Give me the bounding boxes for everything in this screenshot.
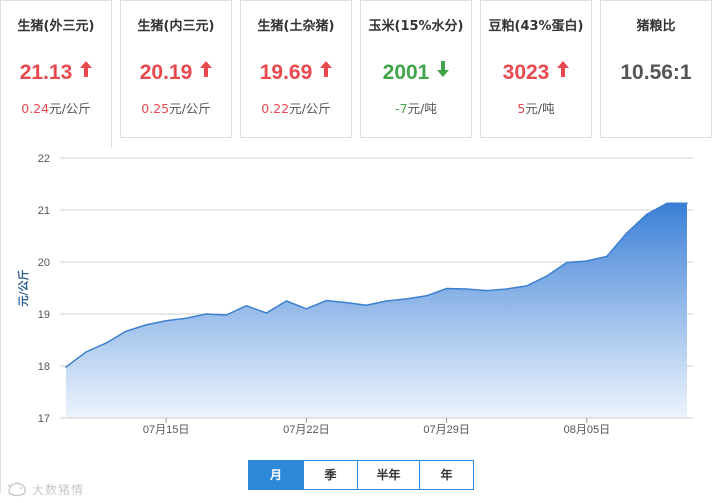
data-point [545,275,548,277]
data-point [125,330,127,332]
data-point [566,261,568,264]
data-point [606,255,608,258]
data-point [265,312,268,314]
x-tick-label: 07月22日 [283,424,329,436]
range-tab[interactable]: 半年 [357,461,419,489]
x-tick-label: 08月05日 [564,424,610,436]
data-point [225,314,228,316]
range-tab[interactable]: 月 [249,461,303,489]
data-point [185,317,187,319]
data-point [365,304,368,306]
data-point [245,304,248,307]
y-tick-label: 20 [38,257,50,269]
data-point [145,324,147,326]
data-point [686,202,688,205]
data-point [165,319,167,322]
y-axis-label: 元/公斤 [16,269,30,306]
x-tick-label: 07月15日 [143,424,189,436]
price-area-chart: 17 18 19 20 21 22 07月15日 07月22日 07月29日 08月05日 元/公斤 [16,153,693,436]
y-tick-label: 22 [38,153,50,165]
data-point [445,287,448,290]
data-point [385,300,388,302]
pig-logo-icon [7,482,26,497]
y-tick-label: 17 [38,413,50,425]
data-point [505,288,508,290]
watermark: 大数猪情 [6,480,84,498]
data-point [405,298,408,300]
y-tick-label: 21 [38,205,50,217]
data-point [105,342,107,344]
y-tick-label: 18 [38,361,50,373]
data-point [85,351,87,353]
data-point [626,232,628,234]
time-range-tabs: 月季半年年 [248,460,474,490]
data-point [646,213,648,215]
x-tick-label: 07月29日 [423,424,469,436]
data-point [65,366,67,368]
range-tab[interactable]: 年 [419,461,473,489]
y-tick-label: 19 [38,309,50,321]
watermark-text: 大数猪情 [32,482,85,497]
range-tab[interactable]: 季 [303,461,357,489]
data-point [586,260,588,262]
data-point [485,289,488,292]
data-point [425,295,428,297]
data-point [305,308,308,310]
data-point [525,285,528,287]
data-point [285,300,288,302]
series-area [66,203,687,418]
data-point [666,202,668,205]
data-point [465,288,468,290]
data-point [325,299,328,302]
data-point [345,301,348,304]
data-point [205,313,208,315]
